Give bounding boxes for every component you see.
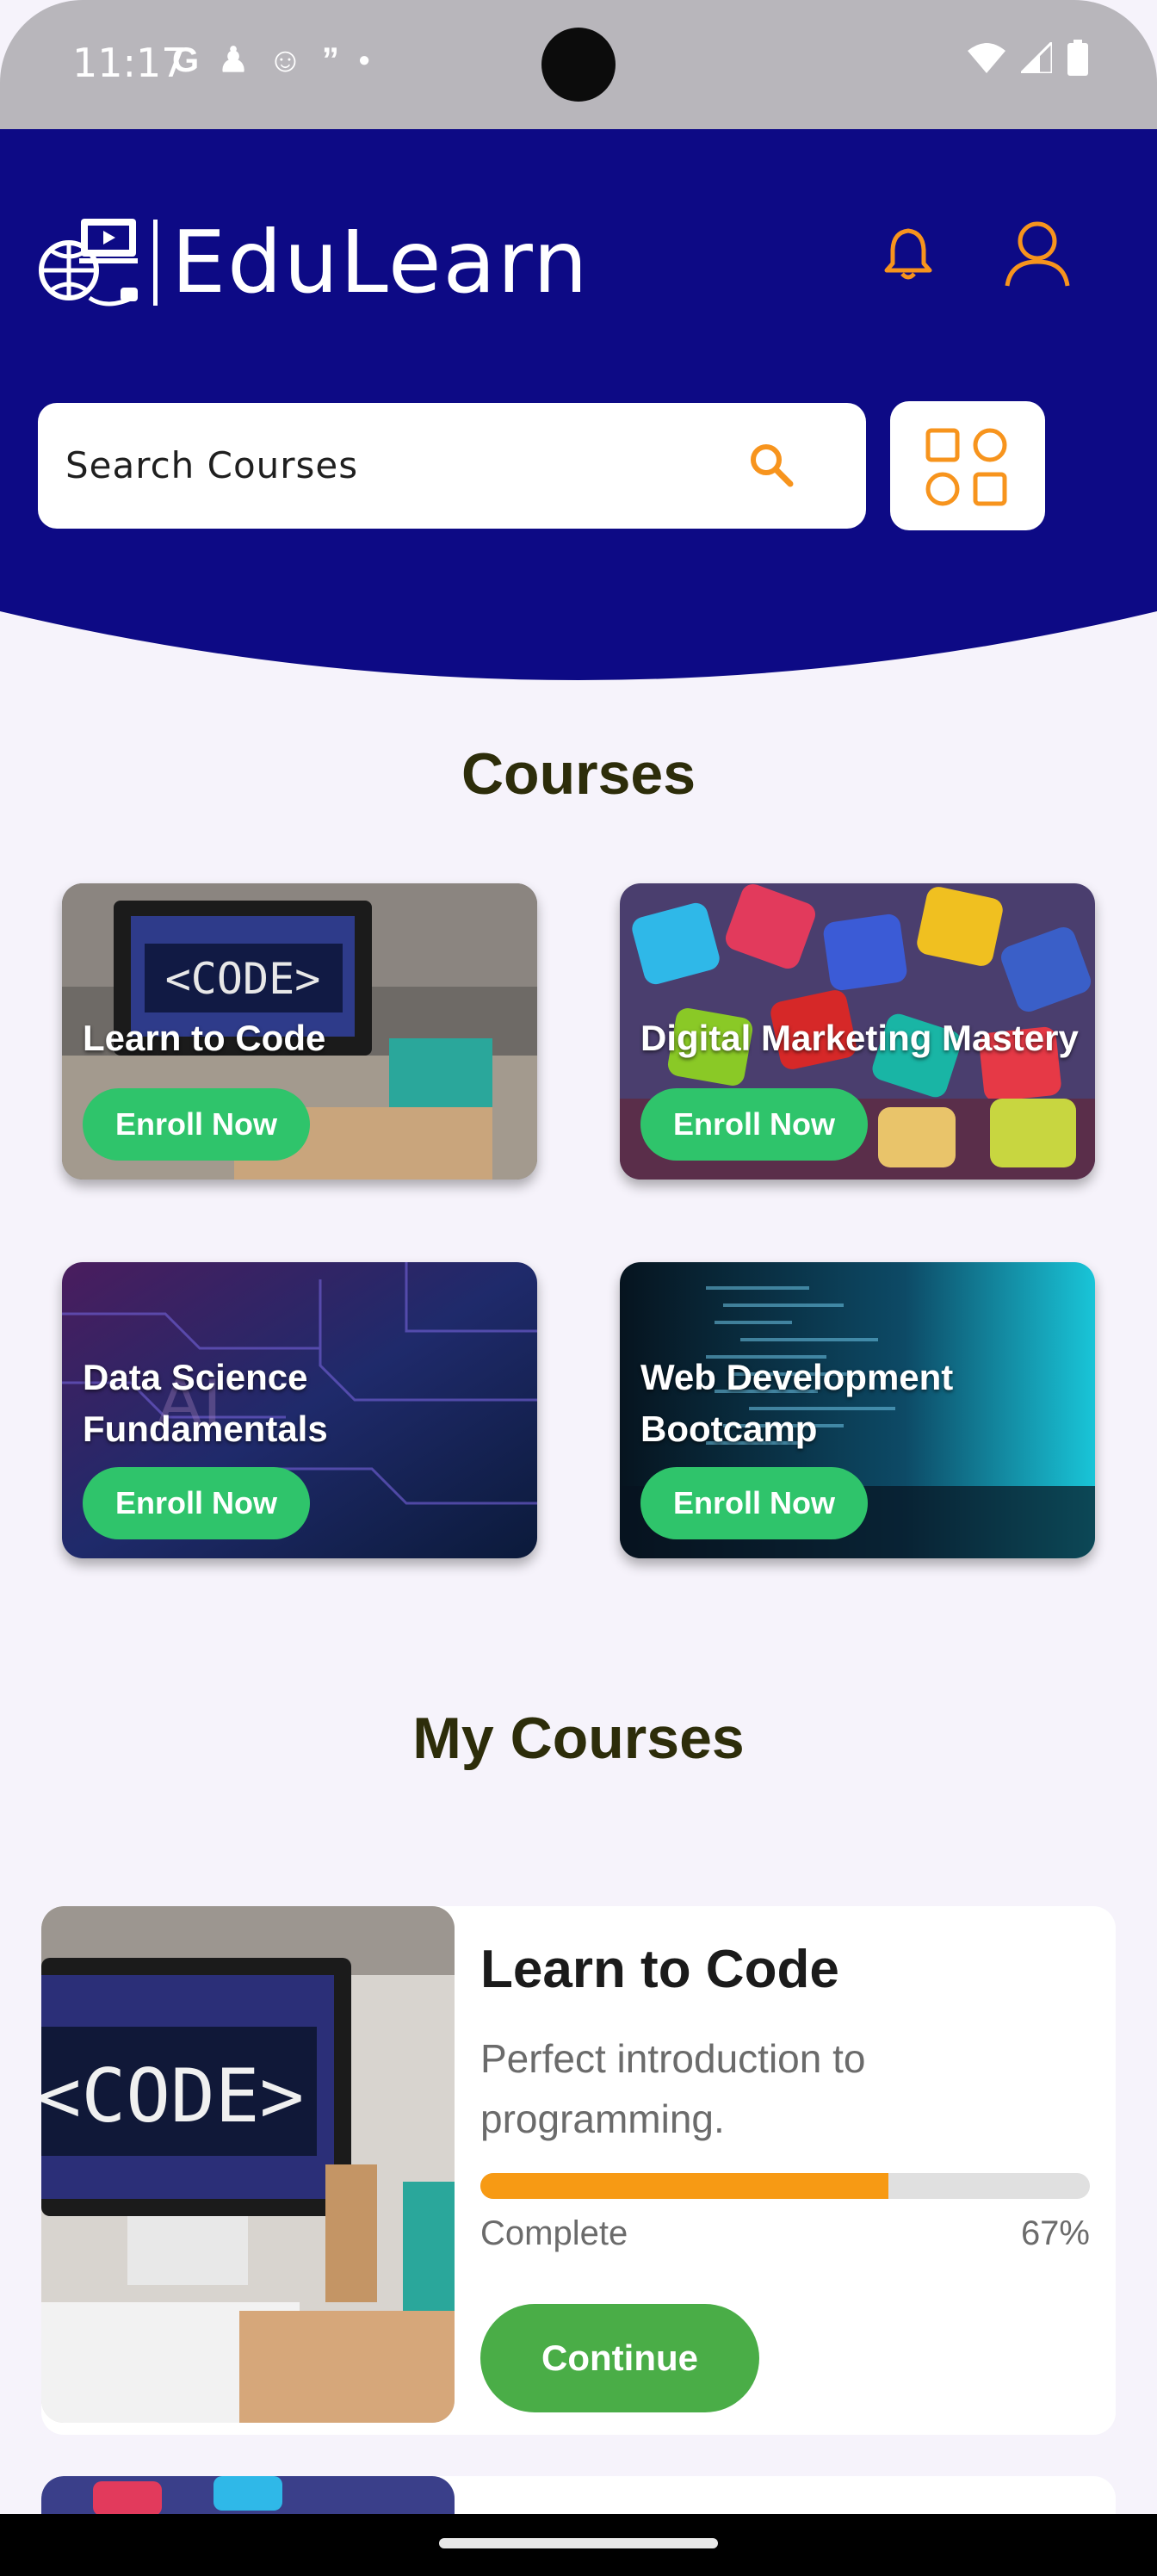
system-icons	[968, 40, 1088, 76]
my-course-thumbnail: <CODE>	[41, 1906, 455, 2423]
smiley-icon: ☺	[267, 41, 303, 79]
search-placeholder: Search Courses	[65, 444, 359, 486]
progress-fill	[480, 2173, 889, 2199]
enroll-button[interactable]: Enroll Now	[83, 1467, 310, 1539]
course-card[interactable]: Web Development Bootcamp Enroll Now	[620, 1262, 1095, 1558]
notification-icons: G ♟ ☺ ” ●	[172, 41, 370, 79]
courses-heading: Courses	[461, 741, 696, 807]
search-input[interactable]: Search Courses	[38, 403, 866, 529]
continue-button[interactable]: Continue	[480, 2304, 759, 2412]
course-title: Web Development Bootcamp	[640, 1357, 954, 1449]
enroll-button[interactable]: Enroll Now	[83, 1088, 310, 1161]
status-bar: 11:17 G ♟ ☺ ” ●	[0, 0, 1157, 129]
home-gesture-handle[interactable]	[439, 2538, 718, 2548]
signal-icon	[1021, 42, 1052, 73]
bell-icon[interactable]	[878, 224, 938, 284]
google-icon: G	[172, 41, 200, 79]
status-time: 11:17	[72, 40, 187, 86]
enroll-button[interactable]: Enroll Now	[640, 1088, 868, 1161]
svg-text:<CODE>: <CODE>	[41, 2053, 304, 2139]
logo-divider	[153, 220, 158, 306]
svg-text:<CODE>: <CODE>	[165, 954, 321, 1004]
wifi-icon	[968, 43, 1005, 73]
my-course-title: Learn to Code	[480, 1940, 839, 1999]
search-icon[interactable]	[746, 439, 797, 491]
enroll-button[interactable]: Enroll Now	[640, 1467, 868, 1539]
grid-icon	[925, 428, 1007, 506]
my-course-description: Perfect introduction to programming.	[480, 2036, 866, 2141]
camera-cutout	[541, 28, 616, 102]
globe-laptop-icon	[39, 219, 138, 307]
progress-bar	[480, 2173, 1090, 2199]
user-icon[interactable]	[999, 215, 1076, 293]
app-header: EduLearn Search Courses	[0, 129, 1157, 689]
categories-button[interactable]	[890, 401, 1045, 530]
code-thumbnail: <CODE>	[41, 1906, 455, 2423]
person-icon: ♟	[218, 41, 249, 79]
quote-icon: ”	[321, 41, 339, 79]
course-title: Learn to Code	[83, 1018, 326, 1058]
course-title: Digital Marketing Mastery	[640, 1018, 1079, 1058]
progress-label: Complete	[480, 2214, 628, 2252]
app-logo: EduLearn	[38, 215, 590, 310]
battery-icon	[1067, 40, 1088, 76]
my-course-card[interactable]: <CODE> Learn to Code Perfect introductio…	[41, 1906, 1116, 2435]
course-card[interactable]: <CODE> Learn to Code Enroll Now	[62, 883, 537, 1180]
my-courses-heading: My Courses	[412, 1706, 745, 1771]
progress-value: 67%	[1020, 2214, 1090, 2252]
course-card[interactable]: Digital Marketing Mastery Enroll Now	[620, 883, 1095, 1180]
course-card[interactable]: AI Data Science Fundamentals Enroll Now	[62, 1262, 537, 1558]
course-title: Data Science Fundamentals	[83, 1357, 328, 1449]
dot-icon: ●	[357, 48, 371, 71]
app-name: EduLearn	[171, 212, 590, 313]
